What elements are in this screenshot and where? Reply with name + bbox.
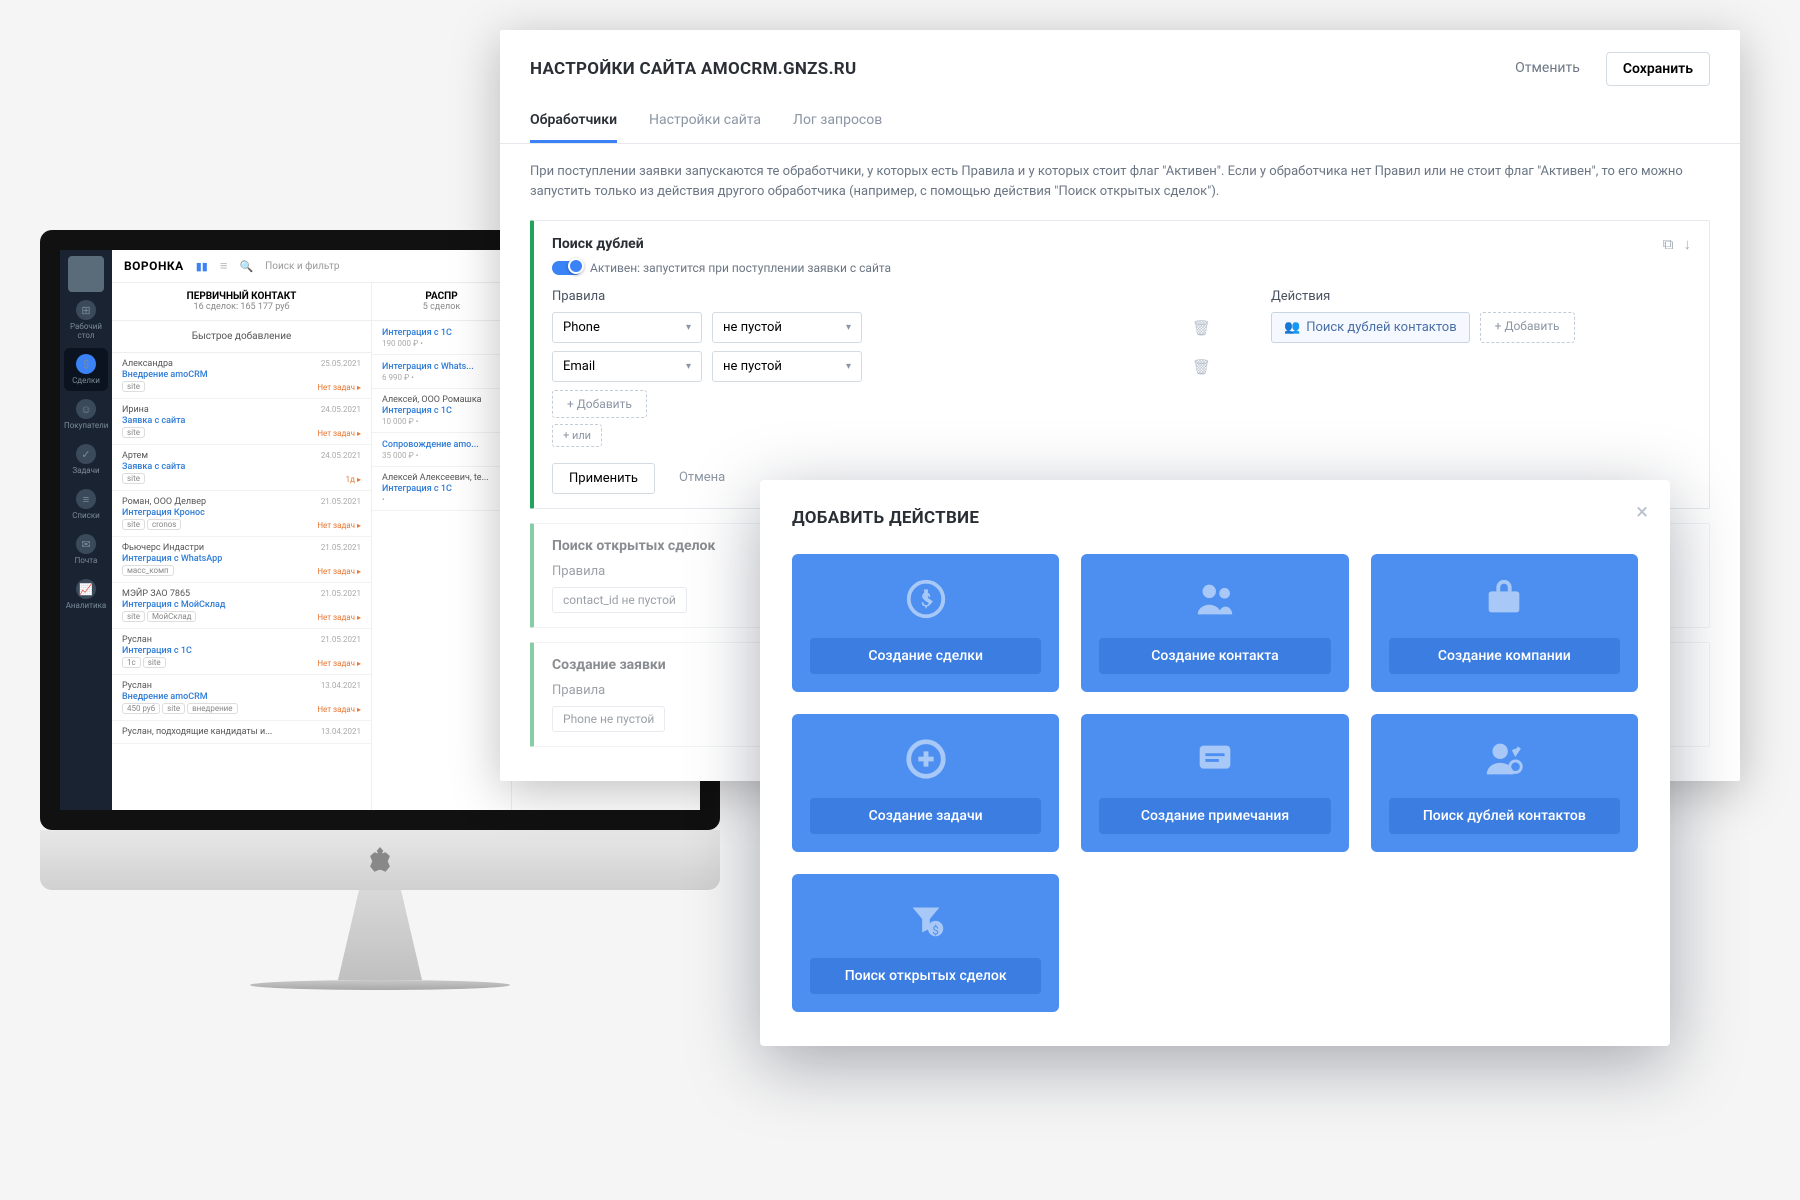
deal-card[interactable]: Интеграция с Whats...6 990 ₽ • [372, 355, 511, 389]
rule-op-select[interactable]: не пустой▾ [712, 351, 862, 382]
save-button[interactable]: Сохранить [1606, 52, 1710, 86]
action-card[interactable]: Создание примечания [1081, 714, 1348, 852]
avatar[interactable] [68, 256, 104, 292]
deal-card[interactable]: МЭЙР ЗАО 7865Интеграция с МойСкладsiteМо… [112, 583, 371, 629]
action-icon: $ [903, 576, 949, 622]
add-rule-button[interactable]: + Добавить [552, 390, 647, 418]
page-title: НАСТРОЙКИ САЙТА AMOCRM.GNZS.RU [530, 59, 857, 79]
trash-icon[interactable]: 🗑 [1192, 319, 1211, 337]
action-label: Создание контакта [1099, 638, 1330, 674]
deal-card[interactable]: АртемЗаявка с сайтаsite24.05.20211д ▸ [112, 445, 371, 491]
deal-card[interactable]: Фьючерс ИндастриИнтеграция с WhatsAppмас… [112, 537, 371, 583]
deal-card[interactable]: Алексей Алексеевич, te...Интеграция с 1С… [372, 467, 511, 511]
deal-card[interactable]: Роман, ООО ДелверИнтеграция Кроносsitecr… [112, 491, 371, 537]
action-label: Создание сделки [810, 638, 1041, 674]
rule-field-select[interactable]: Email▾ [552, 351, 702, 382]
rule-field-select[interactable]: Phone▾ [552, 312, 702, 343]
chevron-down-icon: ▾ [846, 322, 851, 333]
nav-lists[interactable]: ≡Списки [64, 483, 108, 526]
chevron-down-icon: ▾ [686, 322, 691, 333]
svg-text:$: $ [932, 923, 938, 937]
add-or-button[interactable]: + или [552, 424, 602, 447]
rule-pill: Phone не пустой [552, 706, 665, 732]
action-label: Поиск дублей контактов [1389, 798, 1620, 834]
description: При поступлении заявки запускаются те об… [500, 144, 1740, 220]
pipeline-col-1: ПЕРВИЧНЫЙ КОНТАКТ 16 сделок: 165 177 руб… [112, 283, 372, 810]
deal-card[interactable]: Руслан, подходящие кандидаты и...13.04.2… [112, 721, 371, 744]
nav-desktop[interactable]: ⊞Рабочий стол [64, 294, 108, 346]
add-action-modal: ДОБАВИТЬ ДЕЙСТВИЕ × $ Создание сделки Созд… [760, 480, 1670, 1046]
action-card[interactable]: Создание компании [1371, 554, 1638, 692]
pipeline-col-2: РАСПР 5 сделок Интеграция с 1С190 000 ₽ … [372, 283, 512, 810]
deal-card[interactable]: АлександраВнедрение amoCRMsite25.05.2021… [112, 353, 371, 399]
tab-site-settings[interactable]: Настройки сайта [649, 102, 761, 143]
action-label: Создание задачи [810, 798, 1041, 834]
deal-card[interactable]: Интеграция с 1С190 000 ₽ • [372, 321, 511, 355]
tab-handlers[interactable]: Обработчики [530, 102, 617, 143]
deal-card[interactable]: РусланВнедрение amoCRM450 рубsiteвнедрен… [112, 675, 371, 721]
search-icon[interactable]: 🔍 [239, 260, 253, 273]
trash-icon[interactable]: 🗑 [1192, 358, 1211, 376]
cancel-rules-button[interactable]: Отмена [669, 463, 735, 494]
nav-mail[interactable]: ✉Почта [64, 528, 108, 571]
action-icon [1192, 576, 1238, 622]
svg-text:$: $ [920, 589, 931, 612]
action-label: Создание компании [1389, 638, 1620, 674]
action-label: Поиск открытых сделок [810, 958, 1041, 994]
copy-icon[interactable]: ⧉ [1663, 235, 1674, 253]
chevron-down-icon: ▾ [686, 361, 691, 372]
crm-sidebar: ⊞Рабочий стол $Сделки ☺Покупатели ✓Задач… [60, 250, 112, 810]
action-card[interactable]: Создание контакта [1081, 554, 1348, 692]
deal-card[interactable]: Сопровождение amo...35 000 ₽ • [372, 433, 511, 467]
action-card[interactable]: $ Создание сделки [792, 554, 1059, 692]
deal-card[interactable]: Алексей, ООО РомашкаИнтеграция с 1С10 00… [372, 389, 511, 433]
cancel-button[interactable]: Отменить [1501, 52, 1594, 86]
quick-add[interactable]: Быстрое добавление [112, 321, 371, 353]
tab-request-log[interactable]: Лог запросов [793, 102, 882, 143]
action-card[interactable]: Поиск дублей контактов [1371, 714, 1638, 852]
contacts-icon: 👥 [1284, 320, 1300, 335]
action-icon [903, 736, 949, 782]
action-card[interactable]: $ Поиск открытых сделок [792, 874, 1059, 1012]
active-toggle[interactable]: Активен: запустится при поступлении заяв… [552, 261, 1691, 275]
view-list-icon[interactable]: ≡ [220, 258, 228, 274]
deal-card[interactable]: ИринаЗаявка с сайтаsite24.05.2021Нет зад… [112, 399, 371, 445]
nav-buyers[interactable]: ☺Покупатели [64, 393, 108, 436]
rule-pill: contact_id не пустой [552, 587, 687, 613]
nav-deals[interactable]: $Сделки [64, 348, 108, 391]
view-kanban-icon[interactable]: ▮▮ [196, 260, 208, 273]
action-icon [1481, 576, 1527, 622]
handler-duplicates: Поиск дублей ⧉ ↓ Активен: запустится при… [530, 220, 1710, 509]
action-chip[interactable]: 👥Поиск дублей контактов [1271, 312, 1470, 343]
rule-op-select[interactable]: не пустой▾ [712, 312, 862, 343]
nav-analytics[interactable]: 📈Аналитика [64, 573, 108, 616]
apple-logo-icon [369, 847, 391, 873]
chevron-down-icon: ▾ [846, 361, 851, 372]
action-card[interactable]: Создание задачи [792, 714, 1059, 852]
action-icon [1481, 736, 1527, 782]
nav-tasks[interactable]: ✓Задачи [64, 438, 108, 481]
apply-button[interactable]: Применить [552, 463, 655, 494]
modal-title: ДОБАВИТЬ ДЕЙСТВИЕ [792, 508, 1638, 528]
deal-card[interactable]: РусланИнтеграция с 1С1csite21.05.2021Нет… [112, 629, 371, 675]
close-icon[interactable]: × [1636, 502, 1648, 524]
tabs: Обработчики Настройки сайта Лог запросов [500, 102, 1740, 144]
search-input[interactable]: Поиск и фильтр [265, 261, 339, 272]
action-icon [1192, 736, 1238, 782]
add-action-button[interactable]: + Добавить [1480, 312, 1575, 343]
funnel-title: ВОРОНКА [124, 259, 184, 273]
move-down-icon[interactable]: ↓ [1684, 235, 1692, 253]
action-icon: $ [903, 896, 949, 942]
action-label: Создание примечания [1099, 798, 1330, 834]
